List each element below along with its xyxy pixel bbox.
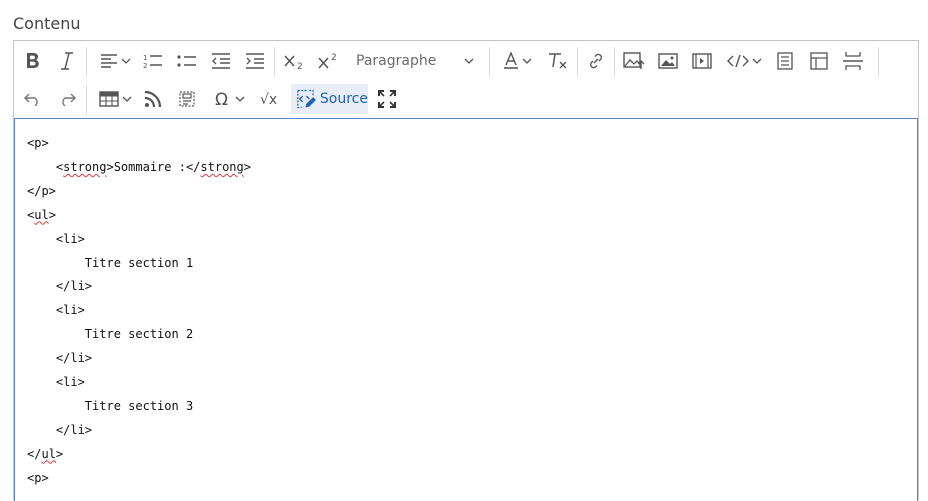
- code-line: </ul>: [27, 446, 64, 461]
- svg-text:Ω: Ω: [215, 90, 228, 108]
- page-break-icon: [777, 52, 793, 70]
- italic-icon: [61, 52, 73, 70]
- math-icon: √x: [260, 92, 277, 107]
- remove-format-button[interactable]: [546, 46, 570, 76]
- heading-select-value: Paragraphe: [356, 53, 437, 69]
- bulleted-list-button[interactable]: [176, 46, 198, 76]
- source-button[interactable]: Source: [291, 84, 368, 114]
- math-button[interactable]: √x: [258, 84, 282, 114]
- superscript-button[interactable]: 2: [316, 46, 340, 76]
- code-line: </p>: [27, 183, 56, 198]
- template-button[interactable]: [808, 46, 830, 76]
- code-line: <p>: [27, 470, 49, 485]
- link-icon: [590, 53, 602, 69]
- code-line: <strong>Sommaire :</strong>: [27, 159, 251, 174]
- code-line: </li>: [27, 279, 93, 294]
- field-label: Contenu: [13, 14, 81, 33]
- html-embed-icon: [179, 91, 195, 107]
- bulleted-list-icon: [177, 55, 196, 67]
- svg-text:2: 2: [143, 62, 147, 69]
- svg-text:1: 1: [143, 54, 147, 62]
- chevron-down-icon: [122, 96, 131, 102]
- bold-icon: [27, 53, 39, 68]
- media-embed-button[interactable]: [690, 46, 714, 76]
- undo-icon: [24, 93, 38, 106]
- remove-format-icon: [549, 53, 567, 69]
- toolbar-separator: [86, 85, 87, 115]
- superscript-icon: 2: [318, 53, 337, 69]
- numbered-list-icon: 12: [143, 54, 162, 69]
- alignment-dropdown[interactable]: [96, 46, 134, 76]
- rss-icon: [144, 90, 162, 108]
- svg-text:√x: √x: [260, 92, 277, 107]
- source-code-textarea[interactable]: <p> <strong>Sommaire :</strong> </p> <ul> …: [14, 118, 918, 501]
- horizontal-line-button[interactable]: [840, 46, 866, 76]
- html-embed-button[interactable]: [176, 84, 198, 114]
- table-icon: [98, 91, 119, 107]
- undo-button[interactable]: [22, 84, 44, 114]
- code-block-icon: [726, 54, 749, 68]
- code-line: <p>: [27, 136, 49, 150]
- image-upload-button[interactable]: [622, 46, 646, 76]
- numbered-list-button[interactable]: 12: [142, 46, 164, 76]
- code-line: Titre section 1: [27, 255, 194, 270]
- font-color-dropdown[interactable]: [498, 46, 536, 76]
- toolbar-separator: [614, 47, 615, 77]
- indent-button[interactable]: [244, 46, 266, 76]
- horizontal-line-icon: [843, 52, 863, 70]
- italic-button[interactable]: [56, 46, 78, 76]
- rich-text-editor: 12 2 2 Paragraphe Ω √x Source <p> <stron…: [13, 40, 919, 501]
- source-icon: [297, 89, 316, 109]
- fullscreen-button[interactable]: [376, 84, 398, 114]
- fullscreen-icon: [378, 90, 396, 108]
- toolbar-row-1: 12 2 2 Paragraphe: [14, 42, 918, 80]
- code-line: Titre section 2: [27, 327, 194, 342]
- special-characters-icon: Ω: [215, 90, 228, 108]
- toolbar-separator: [577, 47, 578, 77]
- code-line: Titre section 3: [27, 398, 194, 413]
- code-line: <li>: [27, 231, 85, 246]
- align-left-icon: [100, 54, 117, 68]
- toolbar-separator: [489, 47, 490, 77]
- font-color-icon: [503, 52, 518, 69]
- outdent-icon: [212, 53, 230, 69]
- rss-button[interactable]: [142, 84, 164, 114]
- chevron-down-icon: [522, 58, 531, 64]
- toolbar-separator: [274, 47, 275, 77]
- heading-select[interactable]: Paragraphe: [348, 47, 478, 75]
- special-characters-dropdown[interactable]: Ω: [210, 84, 248, 114]
- toolbar-separator: [86, 47, 87, 77]
- image-icon: [658, 53, 678, 69]
- toolbar-row-2: Ω √x Source: [14, 80, 918, 118]
- subscript-icon: 2: [284, 55, 303, 70]
- template-icon: [810, 52, 828, 70]
- bold-button[interactable]: [22, 46, 44, 76]
- code-line: </li>: [27, 422, 93, 437]
- chevron-down-icon: [121, 58, 130, 64]
- redo-button[interactable]: [56, 84, 78, 114]
- outdent-button[interactable]: [210, 46, 232, 76]
- chevron-down-icon: [464, 58, 474, 64]
- chevron-down-icon: [752, 58, 761, 64]
- chevron-down-icon: [235, 96, 244, 102]
- insert-table-dropdown[interactable]: [96, 84, 134, 114]
- svg-text:2: 2: [297, 62, 303, 70]
- code-line: <li>: [27, 303, 85, 318]
- svg-text:2: 2: [331, 53, 337, 63]
- code-line: <li>: [27, 375, 85, 389]
- code-block-dropdown[interactable]: [724, 46, 764, 76]
- insert-image-button[interactable]: [656, 46, 680, 76]
- code-line: </li>: [27, 351, 93, 366]
- toolbar-separator: [878, 47, 879, 77]
- source-button-label: Source: [319, 91, 368, 107]
- media-embed-icon: [692, 53, 712, 69]
- subscript-button[interactable]: 2: [282, 46, 306, 76]
- link-button[interactable]: [585, 46, 607, 76]
- page-break-button[interactable]: [774, 46, 796, 76]
- code-line: <ul>: [27, 207, 56, 222]
- image-upload-icon: [623, 52, 645, 69]
- indent-icon: [246, 53, 264, 69]
- editor-toolbar: 12 2 2 Paragraphe Ω √x Source: [14, 41, 918, 119]
- redo-icon: [62, 93, 76, 106]
